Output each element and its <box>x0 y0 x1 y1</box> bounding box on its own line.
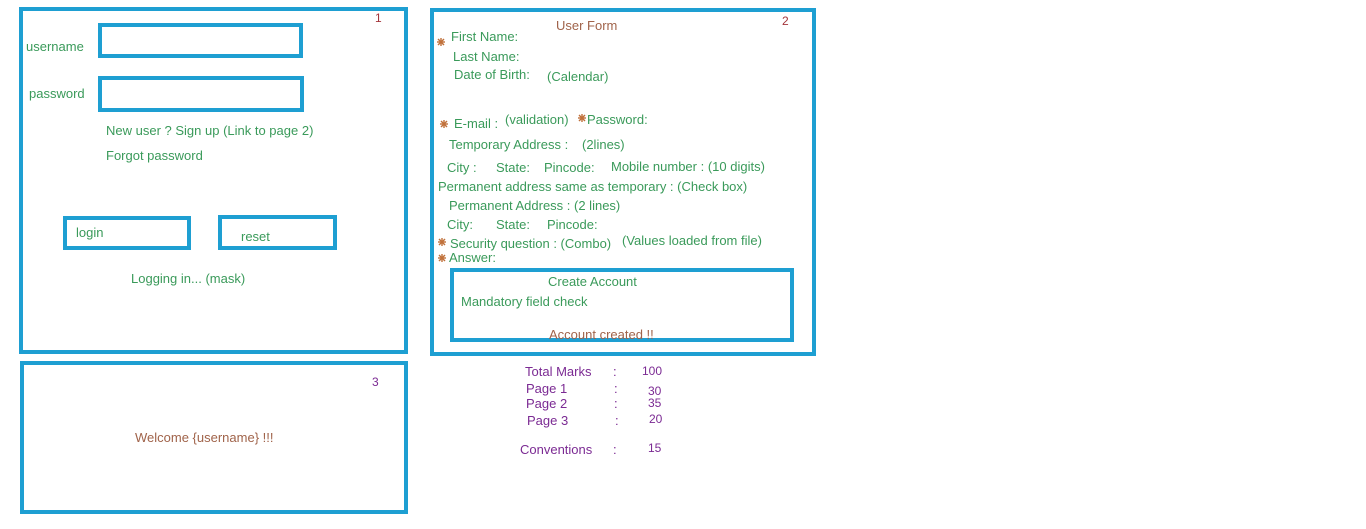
user-form-title: User Form <box>556 18 618 33</box>
first-name-field: First Name: <box>451 29 519 44</box>
dob-field: Date of Birth: <box>454 67 530 82</box>
answer-field: Answer: <box>449 250 496 265</box>
same-address-checkbox-label: Permanent address same as temporary : (C… <box>438 179 748 194</box>
marks-colon: : <box>613 442 617 457</box>
marks-colon: : <box>614 381 618 396</box>
forgot-password-link[interactable]: Forgot password <box>106 148 203 163</box>
temporary-address-lines-hint: (2lines) <box>582 137 625 152</box>
page-number-3: 3 <box>372 375 379 389</box>
last-name-field: Last Name: <box>453 49 520 64</box>
logging-in-mask: Logging in... (mask) <box>131 271 246 286</box>
page2-marks-value: 35 <box>648 396 662 410</box>
mobile-field: Mobile number : (10 digits) <box>611 159 765 174</box>
username-label: username <box>26 39 84 54</box>
city-field: City : <box>447 160 477 175</box>
email-validation-hint: (validation) <box>505 112 569 127</box>
page3-marks-value: 20 <box>649 412 663 426</box>
pincode-field-2: Pincode: <box>547 217 598 232</box>
security-question-field: Security question : (Combo) <box>450 236 612 251</box>
reset-button-label: reset <box>241 229 270 244</box>
page2-marks-label: Page 2 <box>526 396 568 411</box>
page1-marks-label: Page 1 <box>526 381 568 396</box>
signup-link[interactable]: New user ? Sign up (Link to page 2) <box>106 123 313 138</box>
conventions-label: Conventions <box>520 442 593 457</box>
page-number-2: 2 <box>782 14 789 28</box>
asterisk-icon <box>437 38 445 46</box>
total-marks-value: 100 <box>642 364 663 378</box>
asterisk-icon <box>578 114 586 122</box>
temporary-address-field: Temporary Address : <box>449 137 569 152</box>
permanent-address-field: Permanent Address : (2 lines) <box>449 198 621 213</box>
marks-colon: : <box>614 396 618 411</box>
conventions-value: 15 <box>648 441 662 455</box>
state-field-2: State: <box>496 217 530 232</box>
email-field: E-mail : <box>454 116 499 131</box>
username-input[interactable] <box>98 23 303 58</box>
password-field: Password: <box>587 112 648 127</box>
asterisk-icon <box>440 120 448 128</box>
asterisk-icon <box>438 238 446 246</box>
login-page-frame <box>19 7 408 354</box>
total-marks-label: Total Marks <box>525 364 592 379</box>
page3-marks-label: Page 3 <box>527 413 569 428</box>
reset-button[interactable]: reset <box>218 215 337 250</box>
page-number-1: 1 <box>375 11 382 25</box>
city-field-2: City: <box>447 217 473 232</box>
pincode-field: Pincode: <box>544 160 595 175</box>
password-label: password <box>29 86 85 101</box>
login-button[interactable]: login <box>63 216 191 250</box>
create-account-label: Create Account <box>548 274 637 289</box>
login-button-label: login <box>76 225 104 240</box>
password-input[interactable] <box>98 76 304 112</box>
marks-colon: : <box>613 364 617 379</box>
values-loaded-hint: (Values loaded from file) <box>622 233 762 248</box>
calendar-hint: (Calendar) <box>547 69 609 84</box>
welcome-message: Welcome {username} !!! <box>135 430 274 445</box>
asterisk-icon <box>438 254 446 262</box>
state-field: State: <box>496 160 530 175</box>
mandatory-field-check: Mandatory field check <box>461 294 588 309</box>
marks-colon: : <box>615 413 619 428</box>
account-created-message: Account created !! <box>549 327 654 342</box>
